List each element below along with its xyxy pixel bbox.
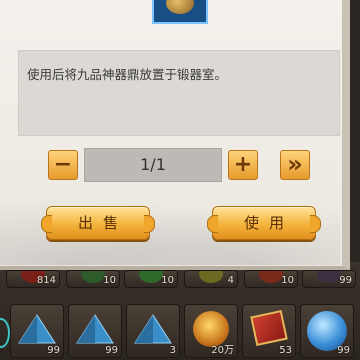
item-count: 99: [47, 345, 60, 356]
item-count: 99: [339, 275, 352, 286]
max-quantity-button[interactable]: »: [280, 150, 310, 180]
yellow-orb-icon: [199, 271, 223, 283]
item-dialog: 使用后将九品神器鼎放置于锻器室。 − 1/1 + » 出售 使用: [0, 0, 350, 270]
inventory-slot[interactable]: 10: [124, 270, 178, 288]
green-orb-icon: [139, 271, 163, 283]
item-count: 814: [36, 275, 56, 286]
red-scroll-icon: [250, 310, 288, 346]
item-count: 10: [161, 275, 174, 286]
inventory-slot[interactable]: 99: [302, 270, 356, 288]
inventory-slot[interactable]: 3: [126, 304, 180, 358]
item-count: 53: [279, 345, 292, 356]
inventory-slot[interactable]: 99: [300, 304, 354, 358]
quantity-field[interactable]: 1/1: [84, 148, 222, 182]
item-count: 99: [337, 345, 350, 356]
item-count: 99: [105, 345, 118, 356]
use-button[interactable]: 使用: [207, 206, 321, 240]
inventory-slot[interactable]: 99: [10, 304, 64, 358]
item-count: 10: [281, 275, 294, 286]
dark-orb-icon: [317, 271, 341, 283]
inventory-slot[interactable]: 99: [68, 304, 122, 358]
inventory-slot[interactable]: 53: [242, 304, 296, 358]
sell-button[interactable]: 出售: [41, 206, 155, 240]
green-orb-icon: [81, 271, 105, 283]
item-count: 20万: [211, 345, 234, 356]
inventory-slot[interactable]: 10: [66, 270, 120, 288]
inventory-slot[interactable]: 10: [244, 270, 298, 288]
increase-quantity-button[interactable]: +: [228, 150, 258, 180]
description-box: 使用后将九品神器鼎放置于锻器室。: [18, 50, 340, 136]
item-count: 10: [103, 275, 116, 286]
cauldron-icon: [166, 0, 194, 14]
cauldron-item-icon: [152, 0, 208, 24]
inventory-slot[interactable]: 4: [184, 270, 238, 288]
item-count: 3: [169, 345, 176, 356]
item-count: 4: [227, 275, 234, 286]
item-description: 使用后将九品神器鼎放置于锻器室。: [27, 67, 228, 82]
inventory-slot[interactable]: 20万: [184, 304, 238, 358]
inventory-slot[interactable]: 814: [6, 270, 60, 288]
red-orb-icon: [259, 271, 283, 283]
decrease-quantity-button[interactable]: −: [48, 150, 78, 180]
